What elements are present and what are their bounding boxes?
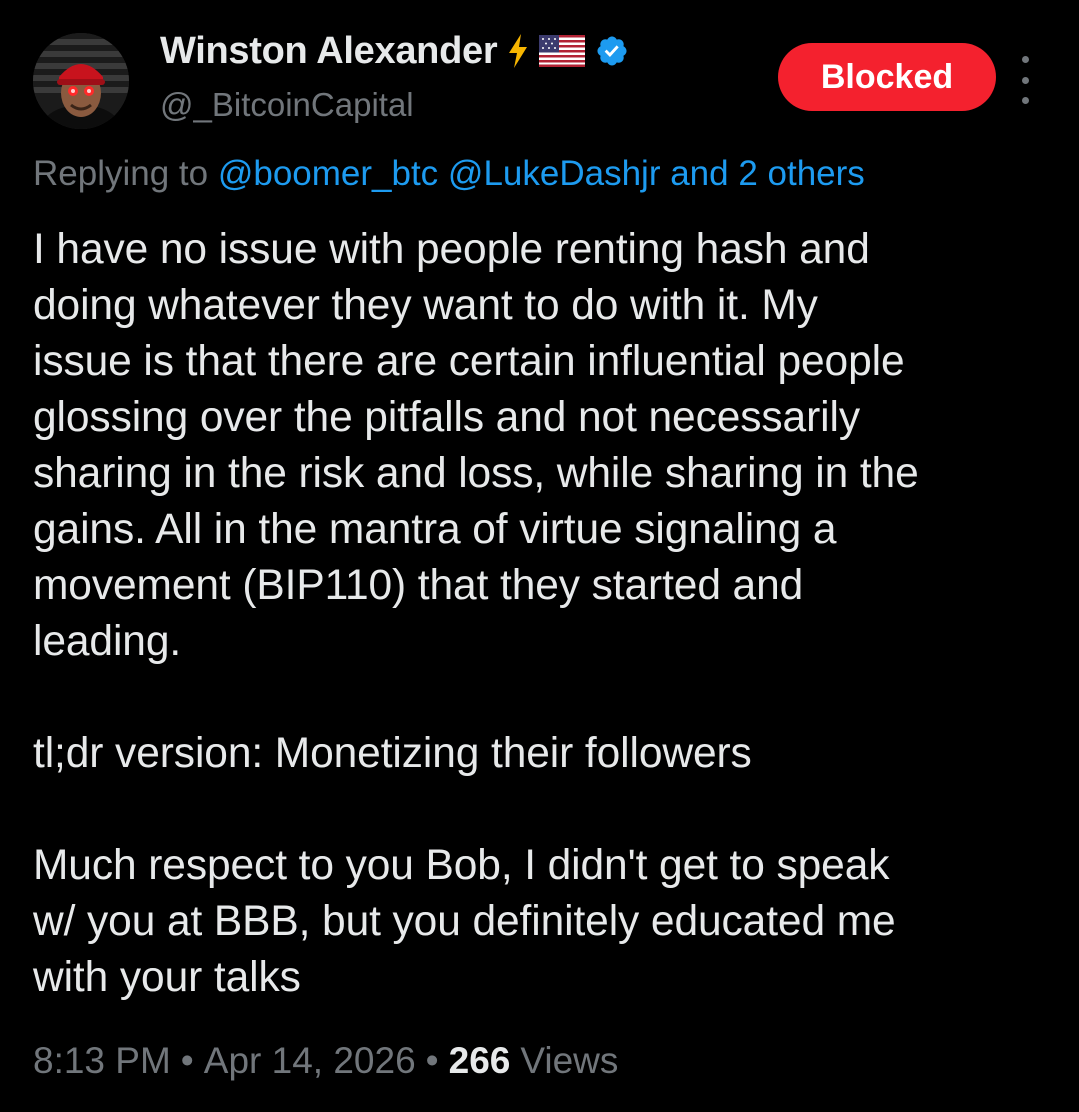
more-dot — [1021, 97, 1029, 104]
reply-mentions[interactable]: @boomer_btc @LukeDashjr and 2 others — [218, 154, 865, 193]
more-dot — [1021, 76, 1029, 84]
tweet-text: I have no issue with people renting hash… — [33, 222, 1063, 1006]
tweet-paragraph: Much respect to you Bob, I didn't get to… — [33, 842, 896, 1001]
blocked-button[interactable]: Blocked — [778, 43, 996, 111]
more-dot — [1021, 56, 1029, 63]
more-vertical-icon[interactable] — [1010, 56, 1040, 104]
tweet-time[interactable]: 8:13 PM — [33, 1040, 171, 1082]
us-flag-icon — [539, 35, 586, 67]
reply-prefix: Replying to — [33, 154, 218, 193]
avatar-image — [33, 33, 129, 129]
meta-separator: • — [425, 1040, 439, 1081]
tweet-paragraph: tl;dr version: Monetizing their follower… — [33, 730, 752, 777]
author-line: Winston Alexander — [160, 27, 629, 75]
reply-context: Replying to @boomer_btc @LukeDashjr and … — [33, 154, 865, 194]
tweet: Winston Alexander @_BitcoinCapital Block… — [0, 0, 1079, 1112]
views-label[interactable]: Views — [520, 1040, 618, 1082]
avatar[interactable] — [33, 33, 129, 129]
tweet-meta: 8:13 PM • Apr 14, 2026 • 266 Views — [33, 1040, 618, 1082]
tweet-paragraph: I have no issue with people renting hash… — [33, 226, 919, 665]
views-count[interactable]: 266 — [449, 1040, 511, 1082]
user-handle[interactable]: @_BitcoinCapital — [160, 86, 414, 124]
tweet-date[interactable]: Apr 14, 2026 — [204, 1040, 416, 1082]
verified-badge-icon[interactable] — [595, 34, 629, 68]
meta-separator: • — [180, 1040, 194, 1081]
lightning-bolt-icon — [507, 33, 529, 69]
display-name[interactable]: Winston Alexander — [160, 30, 498, 73]
